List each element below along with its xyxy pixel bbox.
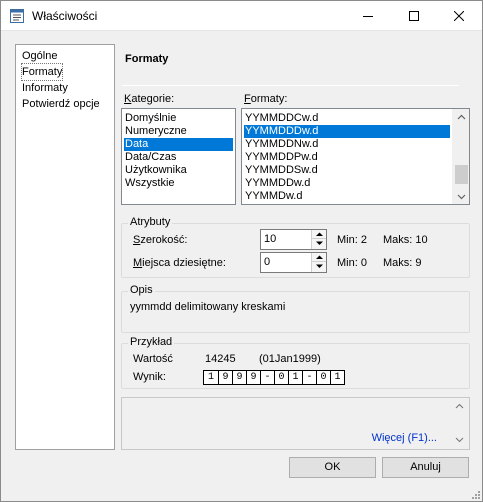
result-char: 9 — [246, 371, 260, 384]
minimize-icon — [363, 16, 373, 17]
width-value[interactable]: 10 — [264, 233, 276, 245]
decimals-stepper[interactable]: 0 — [260, 252, 327, 273]
chevron-down-icon — [316, 264, 323, 268]
formats-list[interactable]: YYMMDDCw.d YYMMDDDw.d YYMMDDNw.d YYMMDDP… — [241, 108, 470, 205]
example-value: 14245 — [205, 353, 236, 365]
result-char: 1 — [207, 372, 214, 383]
nav-item-informats[interactable]: Informaty — [22, 80, 68, 96]
categories-list[interactable]: Domyślnie Numeryczne Data Data/Czas Użyt… — [121, 108, 236, 205]
example-value-label: Wartość — [133, 353, 173, 365]
width-stepper[interactable]: 10 — [260, 229, 327, 250]
decimals-label: Miejsca dziesiętne: — [133, 257, 226, 269]
decimals-value[interactable]: 0 — [264, 256, 270, 268]
example-result-label: Wynik: — [133, 371, 166, 383]
format-item[interactable]: YYMMDw.d — [244, 190, 302, 203]
decimals-max: Maks: 9 — [383, 257, 422, 269]
nav-item-general[interactable]: Ogólne — [22, 48, 57, 64]
example-value-date: (01Jan1999) — [259, 353, 321, 365]
result-char: 0 — [274, 371, 288, 384]
minimize-button[interactable] — [345, 1, 391, 31]
result-char: 0 — [316, 371, 330, 384]
window-title: Właściwości — [32, 9, 98, 23]
resize-grip-icon[interactable] — [470, 489, 480, 499]
attributes-group-title: Atrybuty — [128, 216, 173, 228]
ok-button[interactable]: OK — [289, 457, 376, 478]
format-item[interactable]: YYMMDDCw.d — [244, 112, 318, 125]
category-item-selected[interactable]: Data — [124, 138, 233, 151]
format-item[interactable]: YYMMDDNw.d — [244, 138, 318, 151]
section-divider — [122, 85, 459, 86]
title-bar: Właściwości — [1, 1, 482, 31]
chevron-down-icon[interactable] — [455, 437, 464, 443]
help-text-area: Więcej (F1)... — [121, 397, 470, 450]
more-help-link[interactable]: Więcej (F1)... — [372, 432, 437, 444]
decimals-decrement-button[interactable] — [312, 262, 326, 271]
navigation-list: Ogólne Formaty Informaty Potwierdź opcje — [15, 44, 115, 450]
section-title: Formaty — [125, 53, 169, 65]
width-max: Maks: 10 — [383, 234, 428, 246]
category-item[interactable]: Wszystkie — [124, 177, 175, 190]
formats-scrollbar[interactable] — [452, 109, 469, 204]
result-char: - — [260, 371, 274, 384]
description-text: yymmdd delimitowany kreskami — [130, 301, 286, 313]
description-group-title: Opis — [128, 284, 155, 296]
scroll-up-arrow-icon[interactable] — [457, 113, 466, 122]
maximize-icon — [409, 11, 419, 21]
width-label: Szerokość: — [133, 234, 188, 246]
category-item[interactable]: Data/Czas — [124, 151, 176, 164]
result-char: 9 — [232, 371, 246, 384]
scroll-down-arrow-icon[interactable] — [457, 192, 466, 201]
category-item[interactable]: Domyślnie — [124, 112, 176, 125]
decimals-increment-button[interactable] — [312, 253, 326, 262]
result-char: 9 — [218, 371, 232, 384]
chevron-up-icon — [316, 255, 323, 259]
format-item-selected[interactable]: YYMMDDDw.d — [244, 125, 450, 138]
formats-label: Formaty: — [244, 93, 288, 105]
example-group-title: Przykład — [128, 336, 175, 348]
example-result: 1 9 9 9 - 0 1 - 0 1 — [203, 370, 345, 385]
chevron-up-icon[interactable] — [455, 403, 464, 409]
category-item[interactable]: Numeryczne — [124, 125, 187, 138]
format-item[interactable]: YYMMDDPw.d — [244, 151, 318, 164]
width-stepper-buttons — [311, 230, 326, 249]
properties-dialog: Właściwości Ogólne Formaty Informaty Pot… — [0, 0, 483, 502]
close-button[interactable] — [436, 1, 482, 31]
categories-label: Kategorie: — [124, 93, 175, 105]
nav-item-confirm-options[interactable]: Potwierdź opcje — [22, 96, 100, 112]
chevron-down-icon — [316, 241, 323, 245]
width-decrement-button[interactable] — [312, 239, 326, 248]
format-item[interactable]: YYMMDDw.d — [244, 177, 310, 190]
close-icon — [454, 11, 464, 21]
nav-item-formats[interactable]: Formaty — [20, 63, 64, 81]
format-item[interactable]: YYMMDDSw.d — [244, 164, 318, 177]
result-char: - — [302, 371, 316, 384]
properties-window-icon — [10, 9, 24, 23]
result-char: 1 — [288, 371, 302, 384]
cancel-button[interactable]: Anuluj — [382, 457, 469, 478]
result-char: 1 — [330, 371, 344, 384]
maximize-button[interactable] — [391, 1, 437, 31]
width-min: Min: 2 — [337, 234, 367, 246]
decimals-stepper-buttons — [311, 253, 326, 272]
decimals-min: Min: 0 — [337, 257, 367, 269]
chevron-up-icon — [316, 232, 323, 236]
width-increment-button[interactable] — [312, 230, 326, 239]
scroll-thumb[interactable] — [455, 165, 468, 184]
category-item[interactable]: Użytkownika — [124, 164, 187, 177]
